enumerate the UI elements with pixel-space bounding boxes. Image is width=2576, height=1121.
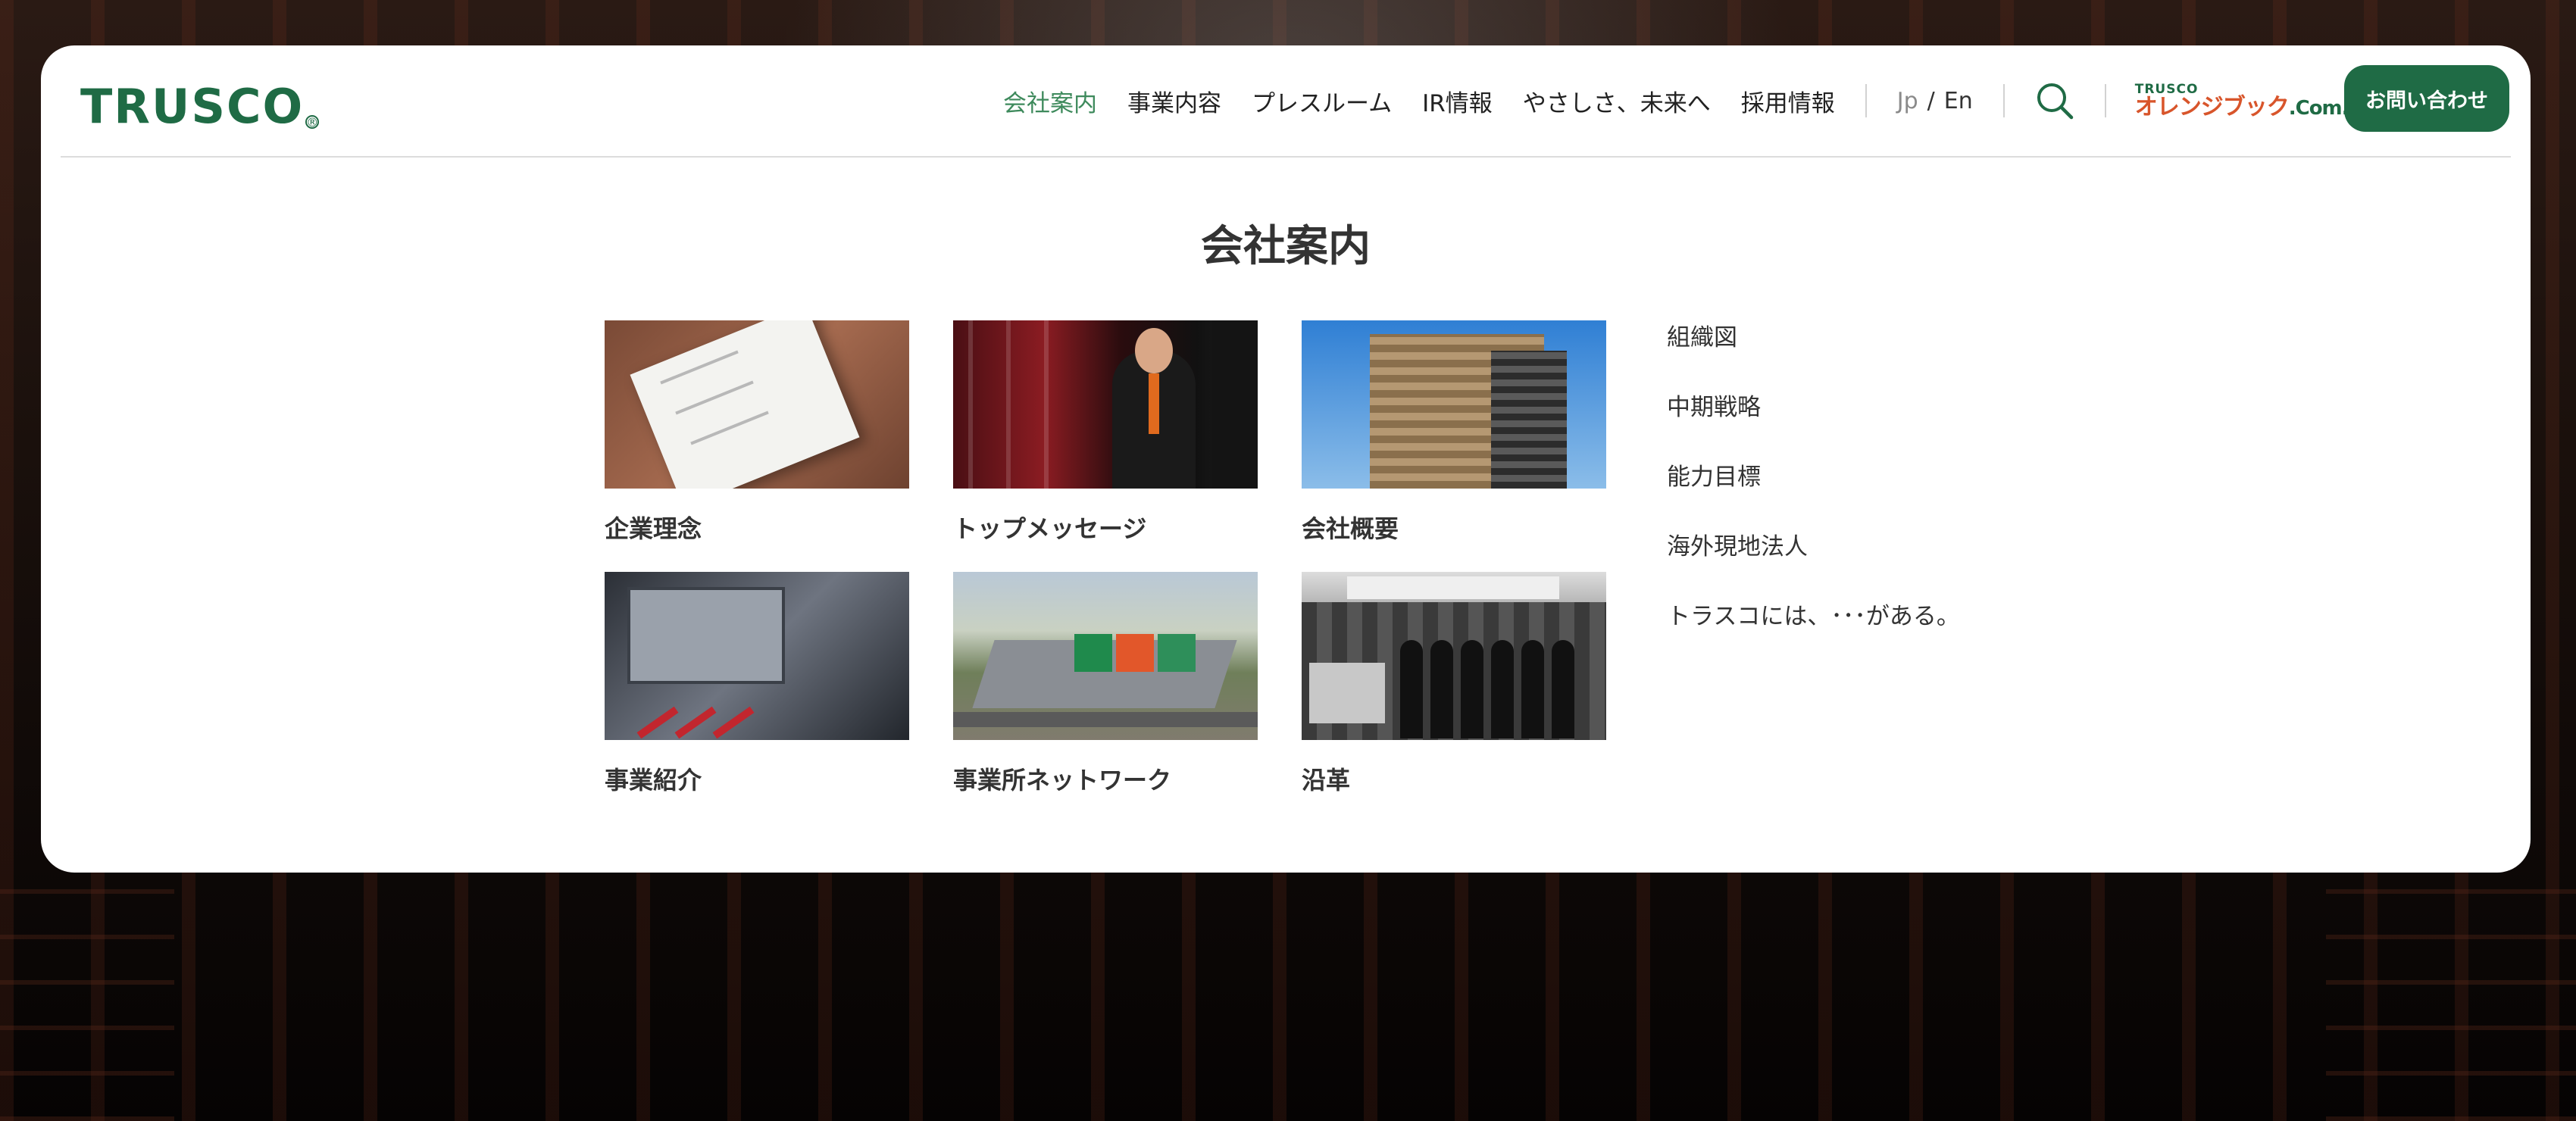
lang-jp-link[interactable]: Jp — [1897, 88, 1918, 114]
logo-text: TRUSCO — [80, 79, 305, 134]
trusco-logo[interactable]: TRUSCO ® — [80, 77, 320, 134]
nav-item-sustainability[interactable]: やさしさ、未来へ — [1523, 84, 1711, 118]
menu-card-history[interactable]: 沿革 — [1302, 572, 1606, 796]
site-header: TRUSCO ® 会社案内 事業内容 プレスルーム IR情報 やさしさ、未来へ … — [41, 45, 2531, 156]
link-trusco-has[interactable]: トラスコには、･･･がある。 — [1667, 595, 1960, 665]
corporate-philosophy-photo — [605, 320, 909, 489]
card-label: 企業理念 — [605, 514, 702, 543]
link-mid-term-strategy[interactable]: 中期戦略 — [1667, 386, 1960, 456]
company-building-photo — [1302, 320, 1606, 489]
orangebook-suffix: .Com. — [2288, 96, 2349, 120]
menu-card-office-network[interactable]: 事業所ネットワーク — [953, 572, 1258, 796]
link-overseas-subsidiaries[interactable]: 海外現地法人 — [1667, 526, 1960, 595]
tools-photo — [605, 572, 909, 740]
menu-card-philosophy[interactable]: 企業理念 — [605, 320, 909, 545]
card-label: 沿革 — [1302, 766, 1351, 795]
card-label: 事業所ネットワーク — [953, 766, 1172, 795]
contact-button[interactable]: お問い合わせ — [2344, 65, 2509, 132]
background-shelf — [2326, 871, 2576, 1121]
logistics-center-photo — [953, 572, 1258, 740]
card-label: トップメッセージ — [953, 514, 1147, 543]
top-message-photo — [953, 320, 1258, 489]
lang-en-link[interactable]: En — [1944, 88, 1973, 114]
mega-menu-panel: TRUSCO ® 会社案内 事業内容 プレスルーム IR情報 やさしさ、未来へ … — [41, 45, 2531, 873]
link-org-chart[interactable]: 組織図 — [1667, 317, 1960, 386]
link-capability-goals[interactable]: 能力目標 — [1667, 456, 1960, 526]
menu-card-top-message[interactable]: トップメッセージ — [953, 320, 1258, 545]
orangebook-link[interactable]: TRUSCO オレンジブック.Com. — [2135, 83, 2349, 119]
nav-item-pressroom[interactable]: プレスルーム — [1252, 84, 1392, 118]
nav-item-recruit[interactable]: 採用情報 — [1741, 84, 1835, 118]
nav-item-business[interactable]: 事業内容 — [1127, 84, 1221, 118]
divider — [2104, 84, 2106, 117]
menu-card-business-intro[interactable]: 事業紹介 — [605, 572, 909, 796]
search-icon[interactable] — [2034, 80, 2076, 122]
background-shelf — [0, 871, 174, 1121]
orangebook-logo: オレンジブック.Com. — [2134, 93, 2349, 120]
menu-card-company-overview[interactable]: 会社概要 — [1302, 320, 1606, 545]
card-label: 会社概要 — [1302, 514, 1399, 543]
menu-title: 会社案内 — [1201, 222, 1371, 271]
orangebook-main: オレンジブック — [2134, 93, 2290, 120]
header-divider — [61, 156, 2511, 158]
card-label: 事業紹介 — [605, 766, 702, 795]
lang-separator: / — [1927, 87, 1935, 114]
language-switch: Jp / En — [1897, 88, 1973, 114]
menu-text-links: 組織図 中期戦略 能力目標 海外現地法人 トラスコには、･･･がある。 — [1667, 317, 1960, 665]
registered-mark: ® — [305, 114, 320, 130]
divider — [1865, 84, 1867, 117]
history-photo — [1302, 572, 1606, 740]
divider — [2002, 84, 2005, 117]
global-nav: 会社案内 事業内容 プレスルーム IR情報 やさしさ、未来へ 採用情報 Jp /… — [1003, 45, 2349, 156]
nav-item-ir[interactable]: IR情報 — [1422, 84, 1493, 118]
nav-item-company[interactable]: 会社案内 — [1003, 84, 1097, 118]
